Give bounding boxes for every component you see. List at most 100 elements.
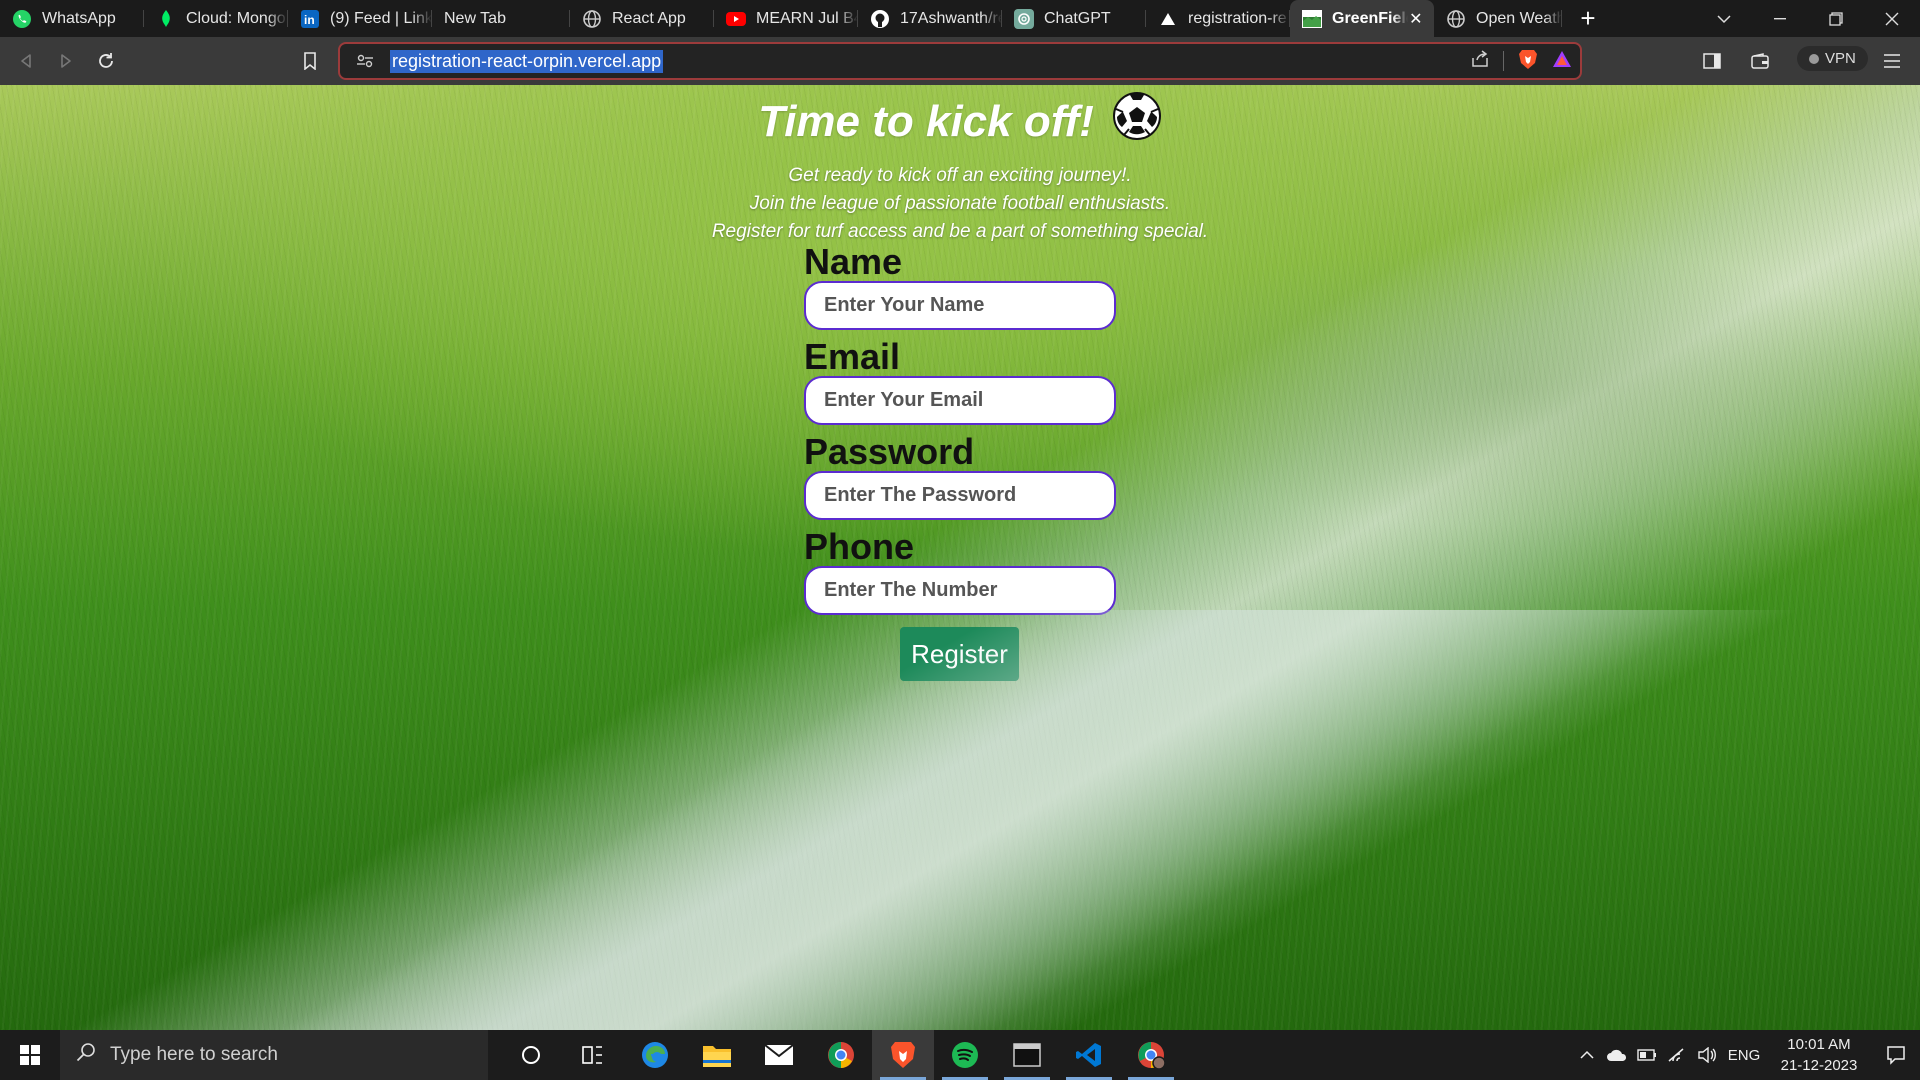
name-field[interactable] bbox=[804, 281, 1116, 330]
tab-label: React App bbox=[612, 9, 686, 27]
phone-field[interactable] bbox=[804, 566, 1116, 615]
tab-open-weather[interactable]: Open Weather bbox=[1434, 0, 1562, 37]
wallet-icon[interactable] bbox=[1740, 41, 1780, 81]
register-button[interactable]: Register bbox=[900, 627, 1019, 681]
terminal-icon[interactable] bbox=[996, 1030, 1058, 1080]
tab-react-app[interactable]: React App bbox=[570, 0, 714, 37]
taskbar-search[interactable]: Type here to search bbox=[60, 1030, 488, 1080]
menu-hamburger-icon[interactable] bbox=[1872, 41, 1912, 81]
notification-icon[interactable] bbox=[1872, 1045, 1920, 1065]
vscode-icon[interactable] bbox=[1058, 1030, 1120, 1080]
edge-icon[interactable] bbox=[624, 1030, 686, 1080]
tagline-line-1: Get ready to kick off an exciting journe… bbox=[788, 165, 1132, 186]
tab-linkedin[interactable]: in (9) Feed | LinkedIn bbox=[288, 0, 432, 37]
brave-icon[interactable] bbox=[872, 1030, 934, 1080]
tab-youtube[interactable]: MEARN Jul B4 bbox=[714, 0, 858, 37]
chrome-icon[interactable] bbox=[810, 1030, 872, 1080]
hero: Time to kick off! Get ready to kick off … bbox=[0, 85, 1920, 246]
tagline-line-3: Register for turf access and be a part o… bbox=[711, 221, 1209, 242]
cortana-icon[interactable] bbox=[500, 1030, 562, 1080]
taskbar-clock[interactable]: 10:01 AM 21-12-2023 bbox=[1774, 1034, 1864, 1076]
tab-label: 17Ashwanth/re bbox=[900, 9, 1002, 27]
clock-date: 21-12-2023 bbox=[1780, 1057, 1858, 1074]
close-tab-icon[interactable]: ✕ bbox=[1408, 10, 1424, 28]
tab-vercel[interactable]: registration-re bbox=[1146, 0, 1290, 37]
tagline-line-2: Join the league of passionate football e… bbox=[749, 193, 1171, 214]
vercel-triangle-icon bbox=[1158, 9, 1178, 29]
windows-start-icon[interactable] bbox=[0, 1030, 60, 1080]
taskbar-apps bbox=[500, 1030, 1182, 1080]
taskbar: Type here to search ENG 10:01 AM 21-12-2… bbox=[0, 1030, 1920, 1080]
spotify-icon[interactable] bbox=[934, 1030, 996, 1080]
tab-label: registration-re bbox=[1188, 9, 1287, 27]
tab-label: GreenField bbox=[1332, 9, 1408, 27]
system-tray: ENG 10:01 AM 21-12-2023 bbox=[1572, 1030, 1920, 1080]
browser-toolbar: registration-react-orpin.vercel.app VPN bbox=[0, 37, 1920, 85]
tab-strip: WhatsApp Cloud: MongoDB in (9) Feed | Li… bbox=[0, 0, 1920, 37]
tab-github[interactable]: 17Ashwanth/re bbox=[858, 0, 1002, 37]
phone-label: Phone bbox=[804, 526, 915, 567]
chatgpt-icon bbox=[1014, 8, 1034, 29]
tab-label: New Tab bbox=[444, 9, 506, 27]
url-text[interactable]: registration-react-orpin.vercel.app bbox=[390, 49, 664, 73]
youtube-icon bbox=[726, 9, 746, 29]
onedrive-cloud-icon[interactable] bbox=[1602, 1048, 1632, 1062]
new-tab-button[interactable]: + bbox=[1568, 0, 1608, 37]
chevron-up-icon[interactable] bbox=[1572, 1050, 1602, 1060]
registration-form: Name Email Password Phone bbox=[804, 243, 1116, 623]
tab-label: ChatGPT bbox=[1044, 9, 1111, 27]
mongodb-leaf-icon bbox=[156, 9, 176, 29]
vpn-button[interactable]: VPN bbox=[1797, 46, 1868, 71]
brave-rewards-icon[interactable] bbox=[1552, 50, 1572, 73]
linkedin-icon: in bbox=[300, 9, 320, 29]
soccer-ball-icon bbox=[1112, 91, 1162, 152]
svg-text:in: in bbox=[304, 13, 315, 27]
tab-greenfield[interactable]: GreenField ✕ bbox=[1290, 0, 1434, 37]
reload-icon[interactable] bbox=[86, 41, 126, 81]
tab-mongodb[interactable]: Cloud: MongoDB bbox=[144, 0, 288, 37]
wifi-icon[interactable] bbox=[1662, 1047, 1692, 1063]
site-settings-icon[interactable] bbox=[350, 54, 380, 68]
globe-icon bbox=[582, 9, 602, 29]
tab-chatgpt[interactable]: ChatGPT bbox=[1002, 0, 1146, 37]
address-bar[interactable]: registration-react-orpin.vercel.app bbox=[338, 42, 1582, 80]
battery-icon[interactable] bbox=[1632, 1049, 1662, 1061]
tagline: Get ready to kick off an exciting journe… bbox=[0, 162, 1920, 246]
back-arrow-icon[interactable] bbox=[6, 41, 46, 81]
tab-label: Cloud: MongoDB bbox=[186, 9, 288, 27]
forward-arrow-icon[interactable] bbox=[46, 41, 86, 81]
tab-new-tab[interactable]: New Tab bbox=[432, 0, 570, 37]
tab-whatsapp[interactable]: WhatsApp bbox=[0, 0, 144, 37]
password-field[interactable] bbox=[804, 471, 1116, 520]
language-indicator[interactable]: ENG bbox=[1722, 1047, 1766, 1064]
search-icon bbox=[76, 1042, 96, 1068]
mail-icon[interactable] bbox=[748, 1030, 810, 1080]
bookmark-icon[interactable] bbox=[290, 41, 330, 81]
brave-shields-icon[interactable] bbox=[1518, 48, 1538, 75]
volume-icon[interactable] bbox=[1692, 1047, 1722, 1063]
clock-time: 10:01 AM bbox=[1787, 1036, 1851, 1053]
restore-icon[interactable] bbox=[1808, 0, 1864, 37]
name-label: Name bbox=[804, 241, 903, 282]
page-viewport: Time to kick off! Get ready to kick off … bbox=[0, 85, 1920, 1030]
window-controls bbox=[1696, 0, 1920, 37]
github-icon bbox=[870, 9, 890, 29]
separator bbox=[1503, 51, 1504, 71]
close-window-icon[interactable] bbox=[1864, 0, 1920, 37]
tab-list-chevron-icon[interactable] bbox=[1696, 0, 1752, 37]
minimize-icon[interactable] bbox=[1752, 0, 1808, 37]
whatsapp-icon bbox=[12, 9, 32, 29]
file-explorer-icon[interactable] bbox=[686, 1030, 748, 1080]
password-label: Password bbox=[804, 431, 975, 472]
page-title-wrap: Time to kick off! bbox=[758, 91, 1162, 152]
tab-label: MEARN Jul B4 bbox=[756, 9, 858, 27]
task-view-icon[interactable] bbox=[562, 1030, 624, 1080]
email-label: Email bbox=[804, 336, 901, 377]
tab-label: WhatsApp bbox=[42, 9, 116, 27]
email-field[interactable] bbox=[804, 376, 1116, 425]
share-icon[interactable] bbox=[1471, 49, 1489, 73]
sidebar-toggle-icon[interactable] bbox=[1692, 41, 1732, 81]
tab-label: (9) Feed | LinkedIn bbox=[330, 9, 432, 27]
tab-label: Open Weather bbox=[1476, 9, 1562, 27]
chrome-profile-icon[interactable] bbox=[1120, 1030, 1182, 1080]
